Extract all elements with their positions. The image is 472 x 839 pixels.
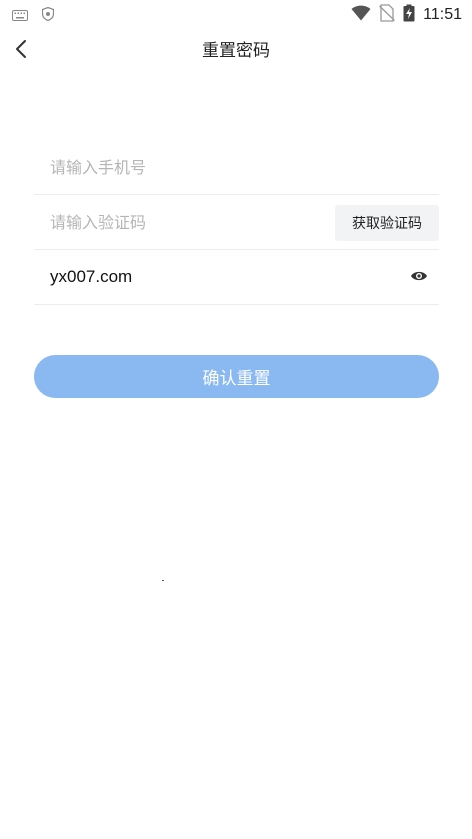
phone-row	[34, 140, 439, 195]
phone-input[interactable]	[34, 140, 439, 194]
status-bar: 11:51	[0, 0, 472, 26]
password-field[interactable]: yx007.com	[34, 267, 439, 287]
reset-password-form: 获取验证码 yx007.com	[34, 140, 439, 305]
confirm-reset-button[interactable]: 确认重置	[34, 355, 439, 398]
battery-charging-icon	[403, 4, 415, 26]
no-sim-icon	[379, 4, 396, 26]
eye-icon[interactable]	[409, 266, 429, 286]
status-time: 11:51	[423, 6, 462, 23]
get-code-button[interactable]: 获取验证码	[335, 205, 439, 241]
code-row: 获取验证码	[34, 195, 439, 250]
title-bar: 重置密码	[0, 26, 472, 72]
password-row: yx007.com	[34, 250, 439, 305]
stray-dot	[162, 580, 164, 581]
wifi-icon	[351, 5, 371, 25]
shield-icon	[41, 6, 55, 25]
keyboard-icon	[12, 6, 28, 25]
page-title: 重置密码	[202, 41, 270, 61]
